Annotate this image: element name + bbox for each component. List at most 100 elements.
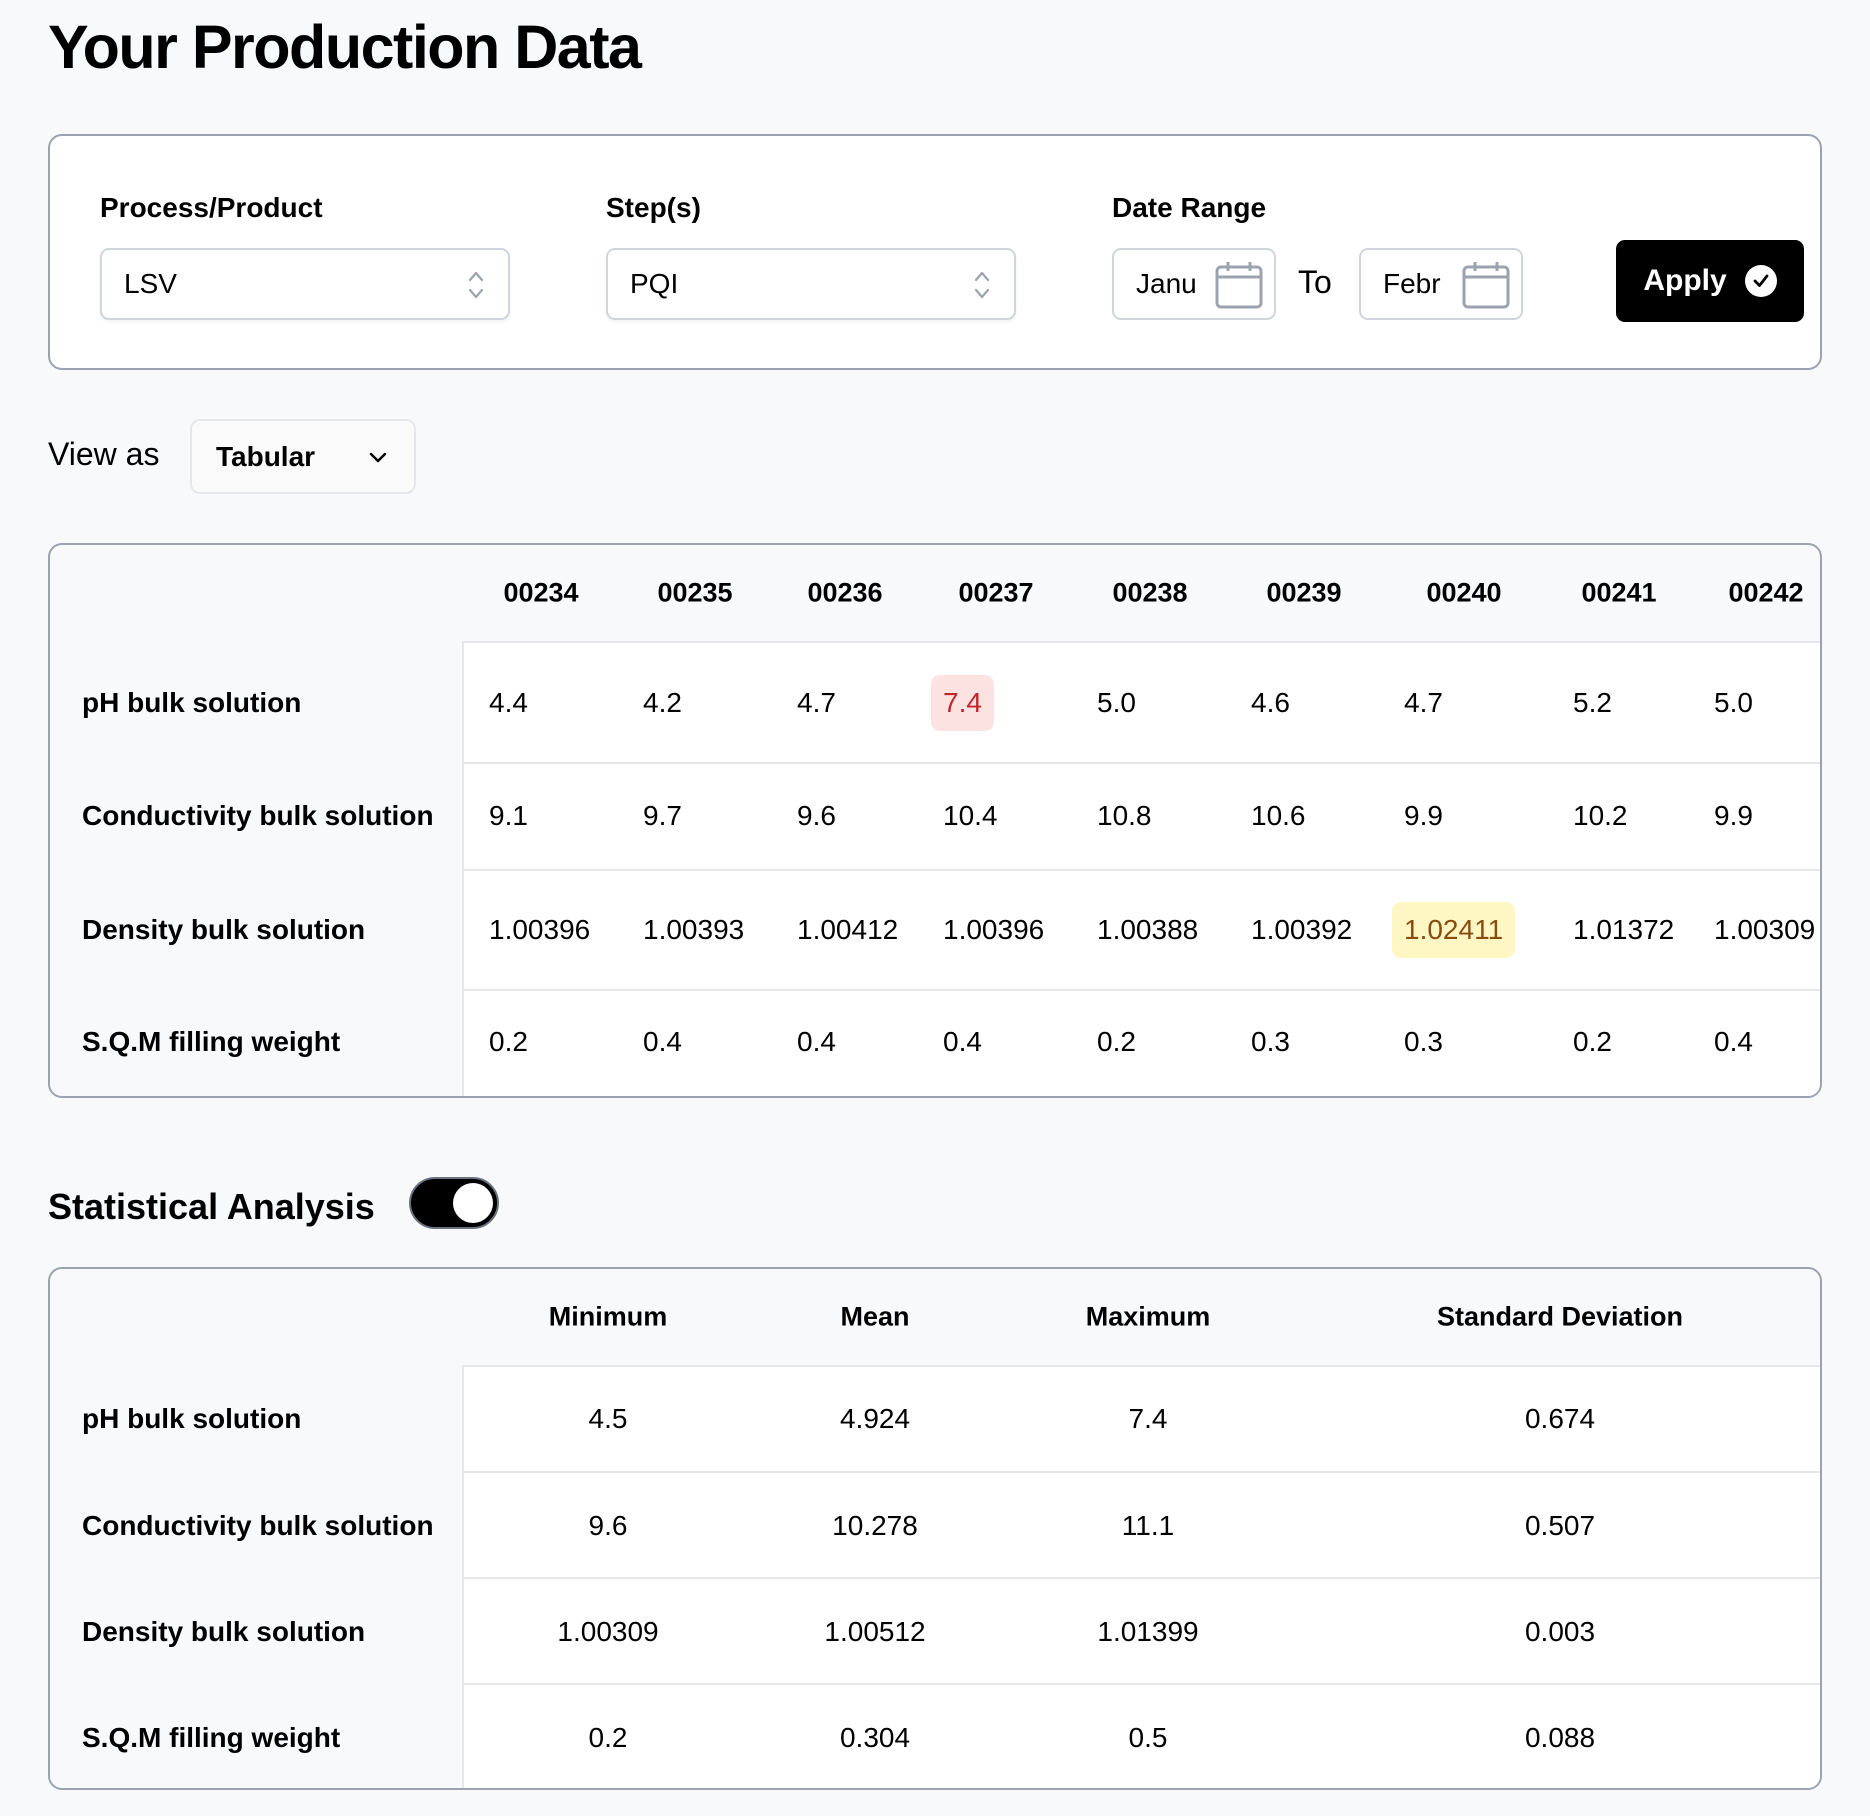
row-label: Conductivity bulk solution bbox=[82, 1510, 434, 1541]
stat-cell: 0.507 bbox=[1524, 1510, 1596, 1541]
apply-button[interactable]: Apply bbox=[1616, 240, 1804, 322]
table-cell: 0.2 bbox=[1097, 1026, 1136, 1057]
table-cell: 10.6 bbox=[1251, 800, 1306, 831]
column-header: Minimum bbox=[548, 1301, 668, 1332]
check-circle-icon bbox=[1744, 265, 1777, 297]
chevron-down-icon bbox=[369, 452, 387, 463]
apply-label: Apply bbox=[1643, 264, 1727, 297]
stats-table: Minimum Mean Maximum Standard Deviation pH b… bbox=[48, 1267, 1822, 1790]
process-value: LSV bbox=[124, 268, 177, 299]
stat-cell: 1.01399 bbox=[1097, 1616, 1199, 1647]
table-cell: 4.4 bbox=[489, 687, 528, 718]
column-header[interactable]: 00237 bbox=[958, 578, 1033, 609]
date-to-separator: To bbox=[1298, 264, 1332, 300]
row-divider bbox=[462, 1577, 1820, 1579]
table-cell: 1.00392 bbox=[1251, 914, 1353, 945]
steps-select[interactable]: PQI bbox=[606, 248, 1016, 320]
row-label: S.Q.M filling weight bbox=[82, 1026, 341, 1057]
row-label: Density bulk solution bbox=[82, 914, 366, 945]
table-cell: 0.2 bbox=[1573, 1026, 1612, 1057]
column-header[interactable]: 00236 bbox=[807, 578, 882, 609]
filter-panel: Process/Product Step(s) Date Range LSV P… bbox=[48, 134, 1822, 370]
row-divider bbox=[462, 1471, 1820, 1473]
table-cell: 4.7 bbox=[797, 687, 836, 718]
page-title: Your Production Data bbox=[48, 13, 642, 81]
date-from-value: Janu bbox=[1136, 268, 1197, 299]
table-cell: 5.2 bbox=[1573, 687, 1612, 718]
view-as-select[interactable]: Tabular bbox=[190, 419, 416, 494]
table-cell: 1.00393 bbox=[643, 914, 745, 945]
table-cell: 0.4 bbox=[643, 1026, 682, 1057]
column-header: Maximum bbox=[1085, 1301, 1211, 1332]
toggle-knob bbox=[453, 1183, 493, 1223]
calendar-icon[interactable] bbox=[1461, 260, 1511, 310]
table-cell: 1.00396 bbox=[489, 914, 591, 945]
table-cell: 9.6 bbox=[797, 800, 836, 831]
table-cell: 9.9 bbox=[1404, 800, 1443, 831]
table-cell: 5.0 bbox=[1714, 687, 1753, 718]
table-cell: 10.4 bbox=[943, 800, 998, 831]
table-cell: 9.9 bbox=[1714, 800, 1753, 831]
steps-label: Step(s) bbox=[606, 192, 701, 223]
view-as-value: Tabular bbox=[216, 440, 316, 472]
table-cell: 0.4 bbox=[943, 1026, 982, 1057]
calendar-icon[interactable] bbox=[1214, 260, 1264, 310]
table-cell: 5.0 bbox=[1097, 687, 1136, 718]
column-header: Mean bbox=[840, 1301, 910, 1332]
table-cell: 0.3 bbox=[1404, 1026, 1443, 1057]
date-from-input[interactable]: Janu bbox=[1112, 248, 1276, 320]
process-select[interactable]: LSV bbox=[100, 248, 510, 320]
row-divider bbox=[462, 989, 1820, 991]
column-header[interactable]: 00234 bbox=[503, 578, 578, 609]
date-to-value: Febr bbox=[1383, 268, 1441, 299]
stat-cell: 1.00309 bbox=[557, 1616, 659, 1647]
stat-cell: 0.2 bbox=[588, 1722, 628, 1753]
table-cell: 1.00309 bbox=[1714, 914, 1816, 945]
table-cell: 4.7 bbox=[1404, 687, 1443, 718]
stat-cell: 0.304 bbox=[839, 1722, 911, 1753]
column-header[interactable]: 00239 bbox=[1266, 578, 1341, 609]
table-cell: 4.2 bbox=[643, 687, 682, 718]
row-divider bbox=[462, 762, 1820, 764]
table-cell: 0.3 bbox=[1251, 1026, 1290, 1057]
stat-cell: 0.5 bbox=[1128, 1722, 1168, 1753]
flagged-cell: 7.4 bbox=[931, 675, 994, 731]
table-cell: 1.01372 bbox=[1573, 914, 1675, 945]
stat-cell: 11.1 bbox=[1121, 1510, 1175, 1541]
stat-cell: 10.278 bbox=[832, 1510, 918, 1541]
flagged-cell: 1.02411 bbox=[1392, 902, 1516, 958]
stat-cell: 7.4 bbox=[1128, 1403, 1168, 1434]
column-header[interactable]: 00238 bbox=[1112, 578, 1187, 609]
row-divider bbox=[462, 869, 1820, 871]
view-as-label: View as bbox=[48, 436, 160, 472]
updown-chevron-icon bbox=[974, 271, 990, 299]
row-label: pH bulk solution bbox=[82, 1403, 302, 1434]
table-cell: 0.4 bbox=[797, 1026, 836, 1057]
stats-title: Statistical Analysis bbox=[48, 1186, 375, 1227]
row-divider bbox=[462, 1683, 1820, 1685]
table-cell: 1.00388 bbox=[1097, 914, 1199, 945]
steps-value: PQI bbox=[630, 268, 679, 299]
stats-toggle[interactable] bbox=[409, 1177, 499, 1229]
table-cell: 9.7 bbox=[643, 800, 682, 831]
stat-cell: 4.5 bbox=[588, 1403, 628, 1434]
table-cell: 10.8 bbox=[1097, 800, 1152, 831]
table-cell: 9.1 bbox=[489, 800, 528, 831]
column-header: Standard Deviation bbox=[1436, 1301, 1684, 1332]
table-cell: 0.4 bbox=[1714, 1026, 1753, 1057]
stat-cell: 0.003 bbox=[1524, 1616, 1596, 1647]
date-to-input[interactable]: Febr bbox=[1359, 248, 1523, 320]
table-cell: 1.00412 bbox=[797, 914, 899, 945]
date-range-label: Date Range bbox=[1112, 192, 1267, 223]
row-label: Conductivity bulk solution bbox=[82, 800, 434, 831]
row-label: Density bulk solution bbox=[82, 1616, 366, 1647]
column-header[interactable]: 00235 bbox=[657, 578, 732, 609]
column-header[interactable]: 00242 bbox=[1728, 578, 1803, 609]
table-cell: 4.6 bbox=[1251, 687, 1290, 718]
column-header[interactable]: 00241 bbox=[1581, 578, 1656, 609]
process-label: Process/Product bbox=[100, 192, 323, 223]
table-cell: 1.00396 bbox=[943, 914, 1045, 945]
row-label: S.Q.M filling weight bbox=[82, 1722, 341, 1753]
stat-cell: 0.088 bbox=[1524, 1722, 1596, 1753]
column-header[interactable]: 00240 bbox=[1426, 578, 1501, 609]
